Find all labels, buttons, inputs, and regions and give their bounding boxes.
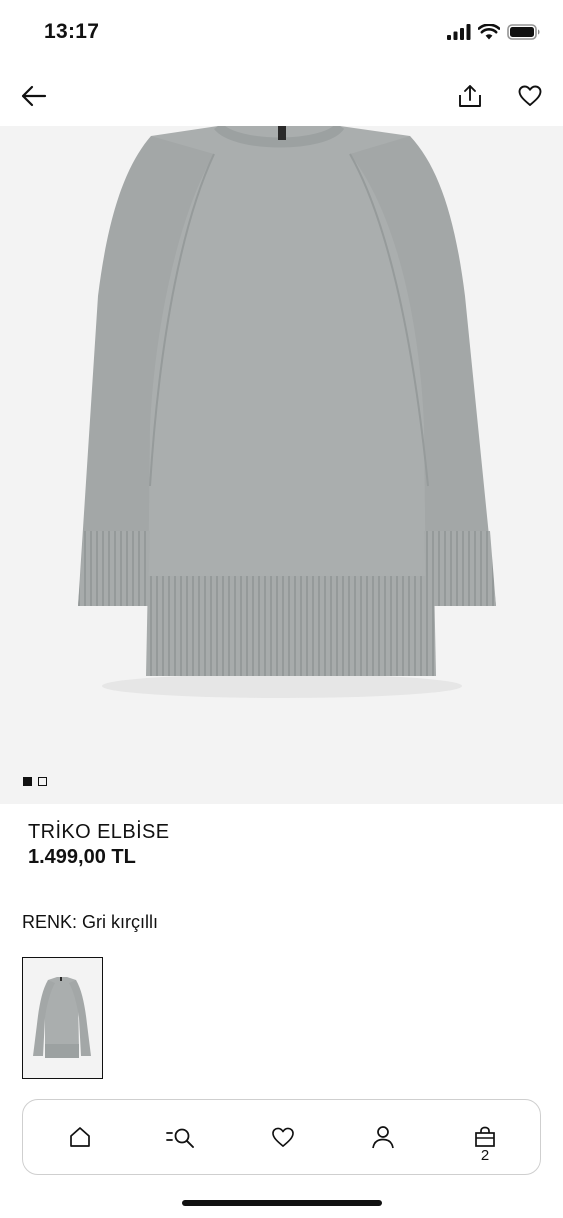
nav-search[interactable] bbox=[151, 1100, 211, 1174]
color-label: RENK: Gri kırçıllı bbox=[22, 912, 159, 932]
home-icon bbox=[70, 1127, 90, 1147]
product-image bbox=[0, 126, 563, 804]
battery-icon bbox=[507, 24, 540, 40]
signal-icon bbox=[447, 24, 471, 40]
back-button[interactable] bbox=[14, 76, 54, 116]
wishlist-button[interactable] bbox=[510, 76, 550, 116]
product-price: 1.499,00 TL bbox=[28, 846, 136, 868]
arrow-left-icon bbox=[21, 85, 47, 107]
pagination-dot[interactable] bbox=[38, 777, 47, 786]
gallery-pagination bbox=[23, 777, 47, 786]
product-image-gallery[interactable] bbox=[0, 126, 563, 804]
bag-icon bbox=[475, 1126, 495, 1147]
heart-icon bbox=[518, 85, 542, 106]
bag-item-count: 2 bbox=[480, 1147, 490, 1164]
swatch-thumbnail bbox=[23, 958, 101, 1077]
wifi-icon bbox=[478, 24, 500, 40]
status-icons bbox=[447, 24, 541, 40]
nav-account[interactable] bbox=[353, 1100, 413, 1174]
heart-icon bbox=[272, 1127, 294, 1147]
bottom-navigation: 2 bbox=[22, 1099, 541, 1175]
nav-home[interactable] bbox=[50, 1100, 110, 1174]
home-indicator bbox=[182, 1200, 382, 1206]
status-time: 13:17 bbox=[44, 20, 100, 43]
share-button[interactable] bbox=[450, 76, 490, 116]
pagination-dot-active[interactable] bbox=[23, 777, 32, 786]
nav-bag[interactable]: 2 bbox=[455, 1100, 515, 1174]
status-bar: 13:17 bbox=[0, 0, 563, 68]
nav-favorites[interactable] bbox=[253, 1100, 313, 1174]
share-icon bbox=[459, 85, 481, 107]
product-name: TRİKO ELBİSE bbox=[28, 821, 170, 843]
color-swatch-gray[interactable] bbox=[22, 957, 103, 1079]
product-header bbox=[0, 68, 563, 126]
user-icon bbox=[372, 1126, 394, 1149]
search-menu-icon bbox=[166, 1128, 194, 1148]
